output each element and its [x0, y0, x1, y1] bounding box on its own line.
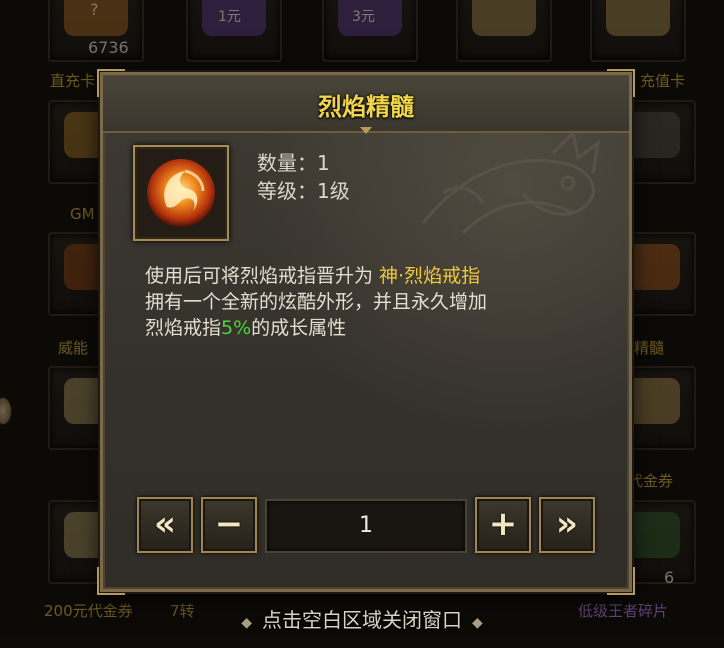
item-icon-frame: [133, 145, 229, 241]
corner-ornament: [97, 567, 125, 595]
quantity-input[interactable]: 1: [265, 499, 467, 553]
dragon-watermark-icon: [421, 129, 601, 235]
item-quantity-stat: 数量：1: [257, 151, 330, 175]
growth-percent: 5%: [221, 317, 252, 339]
diamond-icon: ◆: [472, 615, 483, 631]
title-arrow-icon: [360, 127, 372, 134]
close-hint: ◆ 点击空白区域关闭窗口 ◆: [241, 608, 483, 632]
item-description: 使用后可将烈焰戒指晋升为 神·烈焰戒指 拥有一个全新的炫酷外形，并且永久增加 烈…: [145, 263, 595, 341]
description-line: 拥有一个全新的炫酷外形，并且永久增加: [145, 291, 488, 313]
corner-ornament: [607, 567, 635, 595]
upgrade-target-name: 神·烈焰戒指: [379, 265, 481, 287]
min-quantity-button[interactable]: «: [137, 497, 193, 553]
increase-quantity-button[interactable]: +: [475, 497, 531, 553]
description-line: 烈焰戒指5%的成长属性: [145, 317, 347, 339]
phoenix-flame-icon: [147, 159, 215, 227]
max-quantity-button[interactable]: »: [539, 497, 595, 553]
decrease-quantity-button[interactable]: −: [201, 497, 257, 553]
item-detail-dialog: 烈焰精髓 数量：1 等级：1级 使用后可将烈焰戒指晋升为 神·烈焰戒指 拥有一个…: [97, 69, 635, 595]
description-line: 使用后可将烈焰戒指晋升为 神·烈焰戒指: [145, 265, 481, 287]
item-level-stat: 等级：1级: [257, 179, 350, 203]
diamond-icon: ◆: [241, 615, 252, 631]
